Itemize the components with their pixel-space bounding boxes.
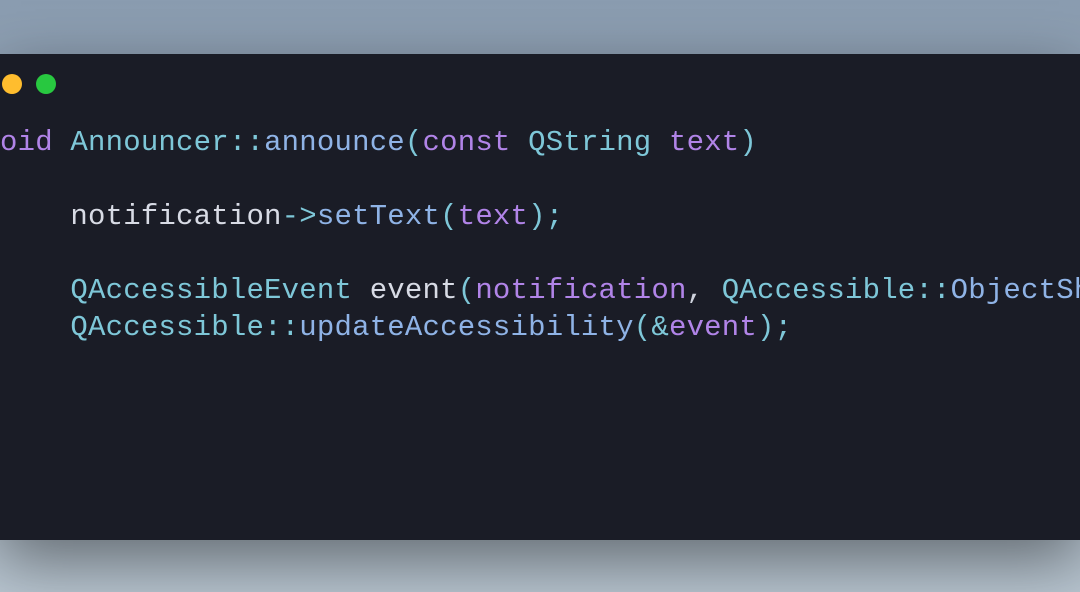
param-name: text <box>669 126 739 159</box>
variable: notification <box>70 200 281 233</box>
window-titlebar <box>0 54 1080 114</box>
method-call: setText <box>317 200 440 233</box>
enum-member: ObjectShow <box>951 274 1080 307</box>
zoom-traffic-light-icon[interactable] <box>36 74 56 94</box>
arrow-operator: -> <box>282 200 317 233</box>
const-keyword: const <box>423 126 511 159</box>
type-name: QAccessibleEvent <box>70 274 352 307</box>
scope-operator: :: <box>915 274 950 307</box>
comma: , <box>687 274 722 307</box>
return-type-keyword: oid <box>0 126 53 159</box>
indent <box>0 274 70 307</box>
scope-operator: :: <box>229 126 264 159</box>
paren-close-semi: ); <box>528 200 563 233</box>
type-name: QAccessible <box>70 311 264 344</box>
type-name: QString <box>528 126 651 159</box>
variable: event <box>370 274 458 307</box>
method-name: announce <box>264 126 405 159</box>
paren-open: ( <box>634 311 652 344</box>
code-window: oid Announcer::announce(const QString te… <box>0 54 1080 540</box>
scope-operator: :: <box>264 311 299 344</box>
argument: notification <box>475 274 686 307</box>
indent <box>0 200 70 233</box>
paren-open: ( <box>458 274 476 307</box>
argument: event <box>669 311 757 344</box>
method-call: updateAccessibility <box>299 311 633 344</box>
paren-open: ( <box>405 126 423 159</box>
type-name: QAccessible <box>722 274 916 307</box>
argument: text <box>458 200 528 233</box>
minimize-traffic-light-icon[interactable] <box>2 74 22 94</box>
paren-close: ) <box>739 126 757 159</box>
paren-open: ( <box>440 200 458 233</box>
indent <box>0 311 70 344</box>
code-block: oid Announcer::announce(const QString te… <box>0 114 1080 346</box>
paren-close-semi: ); <box>757 311 792 344</box>
address-of-operator: & <box>651 311 669 344</box>
class-name: Announcer <box>70 126 228 159</box>
